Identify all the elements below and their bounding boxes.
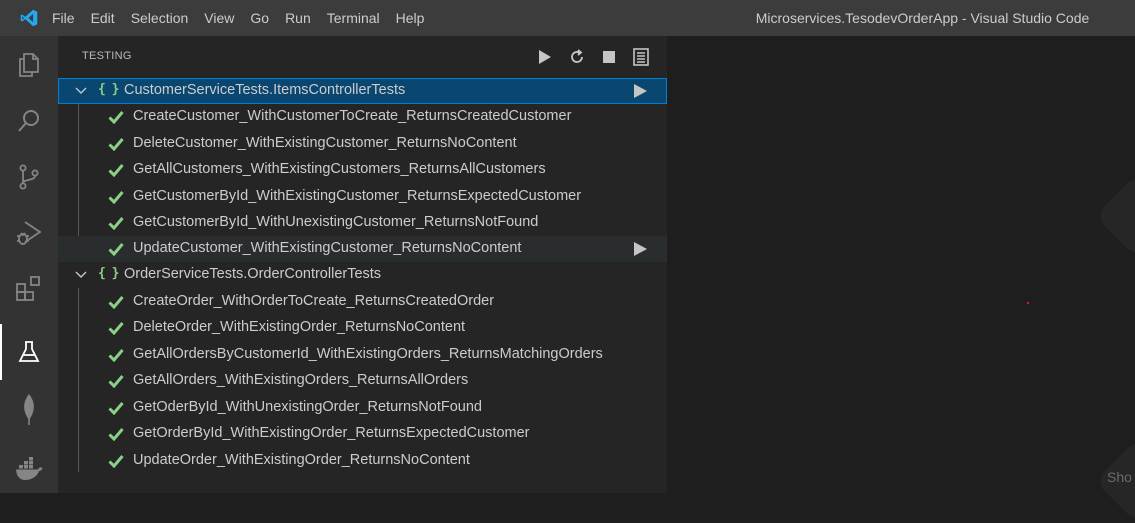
- test-label: GetCustomerById_WithExistingCustomer_Ret…: [133, 188, 582, 204]
- source-control-icon[interactable]: [0, 149, 58, 205]
- test-label: UpdateCustomer_WithExistingCustomer_Retu…: [133, 240, 522, 256]
- chevron-down-icon[interactable]: [74, 84, 88, 98]
- run-test-icon[interactable]: [632, 241, 648, 257]
- braces-icon: { }: [98, 82, 120, 97]
- editor-hint-text: Sho: [1107, 469, 1132, 485]
- test-suite-row[interactable]: { } OrderServiceTests.OrderControllerTes…: [58, 262, 667, 288]
- vscode-logo-icon[interactable]: [0, 0, 58, 36]
- menu-go[interactable]: Go: [242, 0, 277, 36]
- test-label: CreateCustomer_WithCustomerToCreate_Retu…: [133, 108, 572, 124]
- test-passed-icon: [108, 455, 124, 468]
- test-passed-icon: [108, 164, 124, 177]
- test-passed-icon: [108, 138, 124, 151]
- test-label: DeleteOrder_WithExistingOrder_ReturnsNoC…: [133, 319, 466, 335]
- test-passed-icon: [108, 402, 124, 415]
- test-row[interactable]: GetCustomerById_WithExistingCustomer_Ret…: [58, 184, 667, 210]
- testing-sidebar: TESTING { } CustomerServiceTests.ItemsCo…: [58, 36, 667, 493]
- test-row[interactable]: GetCustomerById_WithUnexistingCustomer_R…: [58, 210, 667, 236]
- test-row[interactable]: GetOrderById_WithExistingOrder_ReturnsEx…: [58, 421, 667, 447]
- red-dot: [1027, 302, 1029, 304]
- sidebar-title: TESTING: [82, 50, 132, 62]
- menu-run[interactable]: Run: [277, 0, 319, 36]
- menu-edit[interactable]: Edit: [83, 0, 123, 36]
- test-row[interactable]: GetAllOrders_WithExistingOrders_ReturnsA…: [58, 368, 667, 394]
- menu-terminal[interactable]: Terminal: [319, 0, 388, 36]
- test-passed-icon: [108, 296, 124, 309]
- refresh-tests-icon[interactable]: [567, 47, 587, 67]
- test-row[interactable]: CreateCustomer_WithCustomerToCreate_Retu…: [58, 104, 667, 130]
- menu-selection[interactable]: Selection: [123, 0, 197, 36]
- extensions-icon[interactable]: [0, 261, 58, 317]
- title-bar: File Edit Selection View Go Run Terminal…: [0, 0, 1135, 36]
- test-passed-icon: [108, 111, 124, 124]
- test-row[interactable]: GetOderById_WithUnexistingOrder_ReturnsN…: [58, 395, 667, 421]
- docker-whale-icon[interactable]: [0, 441, 58, 497]
- test-passed-icon: [108, 349, 124, 362]
- menu-bar: File Edit Selection View Go Run Terminal…: [52, 0, 433, 36]
- test-row[interactable]: UpdateOrder_WithExistingOrder_ReturnsNoC…: [58, 448, 667, 474]
- test-passed-icon: [108, 428, 124, 441]
- run-debug-icon[interactable]: [0, 205, 58, 261]
- suite-label: OrderServiceTests.OrderControllerTests: [124, 266, 382, 282]
- test-label: CreateOrder_WithOrderToCreate_ReturnsCre…: [133, 293, 495, 309]
- sidebar-header: TESTING: [58, 36, 667, 78]
- test-row[interactable]: DeleteCustomer_WithExistingCustomer_Retu…: [58, 131, 667, 157]
- watermark-shape: [1094, 173, 1135, 259]
- run-test-icon[interactable]: [632, 83, 648, 99]
- test-passed-icon: [108, 243, 124, 256]
- test-label: UpdateOrder_WithExistingOrder_ReturnsNoC…: [133, 452, 470, 468]
- test-suite-row[interactable]: { } CustomerServiceTests.ItemsController…: [58, 78, 667, 104]
- menu-help[interactable]: Help: [388, 0, 433, 36]
- test-row[interactable]: GetAllCustomers_WithExistingCustomers_Re…: [58, 157, 667, 183]
- test-label: GetOderById_WithUnexistingOrder_ReturnsN…: [133, 399, 482, 415]
- suite-label: CustomerServiceTests.ItemsControllerTest…: [124, 82, 406, 98]
- menu-view[interactable]: View: [196, 0, 242, 36]
- mongodb-leaf-icon[interactable]: [0, 381, 58, 437]
- stop-icon[interactable]: [599, 47, 619, 67]
- test-label: DeleteCustomer_WithExistingCustomer_Retu…: [133, 135, 517, 151]
- menu-file[interactable]: File: [52, 0, 83, 36]
- test-row[interactable]: CreateOrder_WithOrderToCreate_ReturnsCre…: [58, 289, 667, 315]
- test-row[interactable]: UpdateCustomer_WithExistingCustomer_Retu…: [58, 236, 667, 262]
- run-all-tests-icon[interactable]: [535, 47, 555, 67]
- test-label: GetAllCustomers_WithExistingCustomers_Re…: [133, 161, 546, 177]
- activity-bar: [0, 36, 58, 493]
- test-label: GetCustomerById_WithUnexistingCustomer_R…: [133, 214, 539, 230]
- test-label: GetOrderById_WithExistingOrder_ReturnsEx…: [133, 425, 530, 441]
- testing-icon[interactable]: [0, 324, 58, 380]
- test-label: GetAllOrders_WithExistingOrders_ReturnsA…: [133, 372, 469, 388]
- chevron-down-icon[interactable]: [74, 268, 88, 282]
- test-row[interactable]: GetAllOrdersByCustomerId_WithExistingOrd…: [58, 342, 667, 368]
- test-label: GetAllOrdersByCustomerId_WithExistingOrd…: [133, 346, 603, 362]
- test-passed-icon: [108, 217, 124, 230]
- editor-area[interactable]: Sho: [667, 36, 1135, 523]
- window-title: Microservices.TesodevOrderApp - Visual S…: [755, 10, 1090, 26]
- explorer-icon[interactable]: [0, 37, 58, 93]
- test-passed-icon: [108, 191, 124, 204]
- braces-icon: { }: [98, 266, 120, 281]
- test-passed-icon: [108, 322, 124, 335]
- search-icon[interactable]: [0, 93, 58, 149]
- test-row[interactable]: DeleteOrder_WithExistingOrder_ReturnsNoC…: [58, 315, 667, 341]
- test-passed-icon: [108, 375, 124, 388]
- show-output-icon[interactable]: [631, 47, 651, 67]
